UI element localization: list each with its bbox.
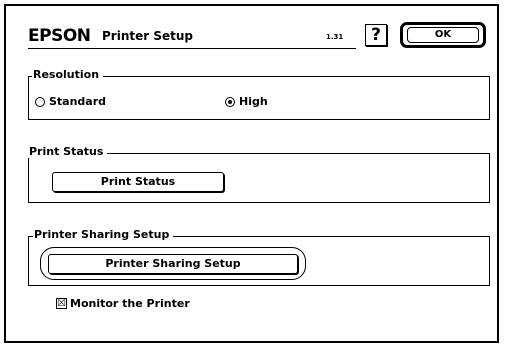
checkbox-checked-icon: ☒ bbox=[56, 298, 67, 309]
title-divider bbox=[28, 48, 356, 49]
ok-button[interactable]: OK bbox=[400, 22, 486, 48]
monitor-printer-label: Monitor the Printer bbox=[70, 297, 190, 310]
printer-sharing-group-label: Printer Sharing Setup bbox=[33, 228, 174, 241]
resolution-group-label: Resolution bbox=[32, 68, 104, 81]
dialog-title: Printer Setup bbox=[102, 29, 193, 43]
help-icon: ? bbox=[371, 25, 381, 45]
radio-high-icon bbox=[225, 96, 235, 107]
printer-setup-dialog: EPSON Printer Setup 1.31 ? OK Resolution… bbox=[4, 4, 499, 343]
printer-sharing-setup-button[interactable]: Printer Sharing Setup bbox=[48, 254, 298, 274]
radio-high-label: High bbox=[239, 95, 268, 108]
help-button[interactable]: ? bbox=[365, 24, 387, 46]
radio-high[interactable]: High bbox=[225, 95, 268, 108]
epson-logo: EPSON bbox=[28, 26, 91, 46]
print-status-button[interactable]: Print Status bbox=[52, 172, 224, 192]
radio-standard-icon bbox=[35, 96, 45, 107]
monitor-printer-checkbox[interactable]: ☒ Monitor the Printer bbox=[56, 297, 190, 310]
version-label: 1.31 bbox=[326, 33, 344, 41]
print-status-group-label: Print Status bbox=[28, 145, 108, 158]
radio-standard-label: Standard bbox=[49, 95, 107, 108]
ok-button-label: OK bbox=[407, 27, 479, 43]
radio-standard[interactable]: Standard bbox=[35, 95, 106, 108]
